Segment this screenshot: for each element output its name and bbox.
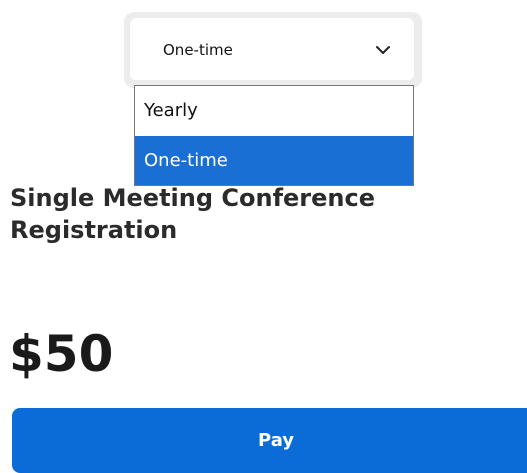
select-box[interactable]: One-time <box>130 18 414 80</box>
billing-frequency-select[interactable]: One-time <box>124 12 422 88</box>
product-price: $50 <box>9 325 114 383</box>
payment-page: One-time Yearly One-time Single Meeting … <box>0 0 527 473</box>
pay-button[interactable]: Pay <box>12 408 527 473</box>
chevron-down-icon <box>376 46 390 54</box>
option-yearly[interactable]: Yearly <box>135 86 413 135</box>
select-current-value: One-time <box>163 41 233 59</box>
product-title: Single Meeting Conference Registration <box>10 184 376 244</box>
pay-button-label: Pay <box>258 430 295 451</box>
option-one-time[interactable]: One-time <box>135 136 413 185</box>
billing-frequency-dropdown: Yearly One-time <box>134 85 414 186</box>
